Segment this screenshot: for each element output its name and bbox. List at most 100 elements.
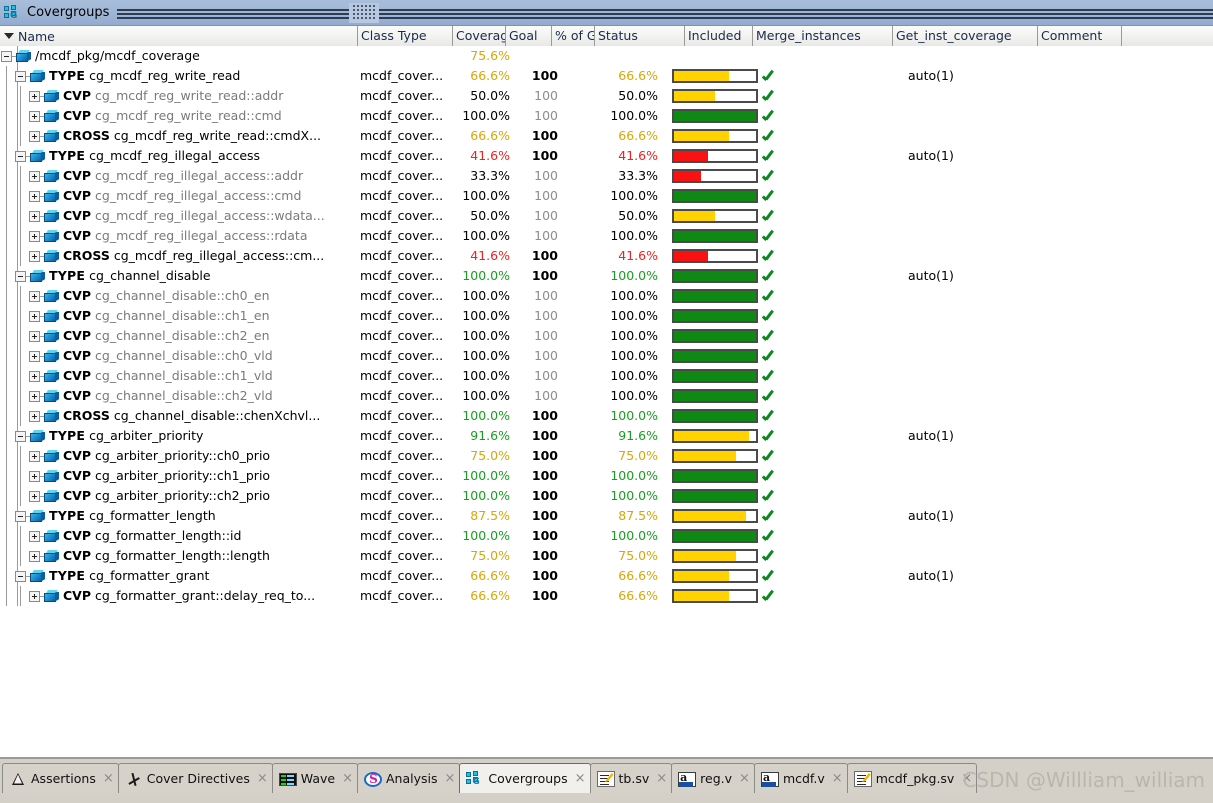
row-name-cell[interactable]: CVP cg_formatter_grant::delay_req_to... — [0, 586, 358, 606]
table-row[interactable]: CVP cg_arbiter_priority::ch0_prio mcdf_cov… — [0, 446, 1213, 466]
included-checkmark-icon[interactable] — [762, 126, 782, 146]
table-row[interactable]: CVP cg_mcdf_reg_illegal_access::addr mcdf_… — [0, 166, 1213, 186]
tree-expand-toggle[interactable] — [28, 526, 45, 546]
row-name-cell[interactable]: CVP cg_mcdf_reg_illegal_access::wdata... — [0, 206, 358, 226]
included-checkmark-icon[interactable] — [762, 266, 782, 286]
included-checkmark-icon[interactable] — [762, 326, 782, 346]
table-row[interactable]: CVP cg_arbiter_priority::ch1_prio mcdf_cov… — [0, 466, 1213, 486]
tree-expand-toggle[interactable] — [28, 166, 45, 186]
table-row[interactable]: CROSS cg_mcdf_reg_write_read::cmdX... mcdf… — [0, 126, 1213, 146]
table-row[interactable]: /mcdf_pkg/mcdf_coverage 75.6% — [0, 46, 1213, 66]
table-row[interactable]: CROSS cg_mcdf_reg_illegal_access::cm... mc… — [0, 246, 1213, 266]
table-row[interactable]: TYPE cg_mcdf_reg_write_read mcdf_cover... 6… — [0, 66, 1213, 86]
table-row[interactable]: CVP cg_channel_disable::ch2_vld mcdf_cover… — [0, 386, 1213, 406]
row-name-cell[interactable]: CROSS cg_mcdf_reg_illegal_access::cm... — [0, 246, 358, 266]
row-name-cell[interactable]: CVP cg_channel_disable::ch0_vld — [0, 346, 358, 366]
included-checkmark-icon[interactable] — [762, 586, 782, 606]
tab-covergroups[interactable]: G Covergroups × — [459, 763, 591, 793]
coverage-tree[interactable]: /mcdf_pkg/mcdf_coverage 75.6% TYPE cg_mcdf_… — [0, 46, 1213, 757]
tree-collapse-toggle[interactable] — [14, 146, 31, 166]
table-row[interactable]: CVP cg_mcdf_reg_illegal_access::wdata... m… — [0, 206, 1213, 226]
table-row[interactable]: TYPE cg_channel_disable mcdf_cover... 100.0… — [0, 266, 1213, 286]
tree-expand-toggle[interactable] — [28, 226, 45, 246]
included-checkmark-icon[interactable] — [762, 66, 782, 86]
included-checkmark-icon[interactable] — [762, 386, 782, 406]
table-row[interactable]: CVP cg_channel_disable::ch2_en mcdf_cover.… — [0, 326, 1213, 346]
tree-collapse-toggle[interactable] — [14, 506, 31, 526]
tree-expand-toggle[interactable] — [28, 406, 45, 426]
row-name-cell[interactable]: CROSS cg_channel_disable::chenXchvl... — [0, 406, 358, 426]
included-checkmark-icon[interactable] — [762, 106, 782, 126]
table-row[interactable]: CVP cg_channel_disable::ch0_en mcdf_cover.… — [0, 286, 1213, 306]
included-checkmark-icon[interactable] — [762, 286, 782, 306]
row-name-cell[interactable]: TYPE cg_mcdf_reg_write_read — [0, 66, 358, 86]
column-header-class-type[interactable]: Class Type — [358, 26, 453, 46]
included-checkmark-icon[interactable] — [762, 406, 782, 426]
row-name-cell[interactable]: CVP cg_channel_disable::ch0_en — [0, 286, 358, 306]
window-drag-grip[interactable] — [349, 2, 380, 23]
included-checkmark-icon[interactable] — [762, 346, 782, 366]
column-header-status[interactable]: Status — [595, 26, 685, 46]
tab-close-icon[interactable]: × — [832, 771, 843, 786]
row-name-cell[interactable]: CVP cg_mcdf_reg_write_read::addr — [0, 86, 358, 106]
tab-close-icon[interactable]: × — [342, 771, 353, 786]
row-name-cell[interactable]: CVP cg_mcdf_reg_illegal_access::rdata — [0, 226, 358, 246]
table-row[interactable]: CVP cg_mcdf_reg_illegal_access::cmd mcdf_c… — [0, 186, 1213, 206]
column-header-get-inst-coverage[interactable]: Get_inst_coverage — [893, 26, 1038, 46]
included-checkmark-icon[interactable] — [762, 186, 782, 206]
column-header-merge-instances[interactable]: Merge_instances — [753, 26, 893, 46]
table-row[interactable]: CVP cg_formatter_grant::delay_req_to... mc… — [0, 586, 1213, 606]
tab-analysis[interactable]: Analysis × — [356, 763, 461, 793]
tree-collapse-toggle[interactable] — [14, 66, 31, 86]
table-row[interactable]: CVP cg_mcdf_reg_write_read::addr mcdf_cove… — [0, 86, 1213, 106]
row-name-cell[interactable]: CVP cg_channel_disable::ch1_vld — [0, 366, 358, 386]
table-row[interactable]: CVP cg_arbiter_priority::ch2_prio mcdf_cov… — [0, 486, 1213, 506]
column-header-comment[interactable]: Comment — [1038, 26, 1122, 46]
table-row[interactable]: CVP cg_mcdf_reg_write_read::cmd mcdf_cover… — [0, 106, 1213, 126]
table-row[interactable]: CVP cg_mcdf_reg_illegal_access::rdata mcdf… — [0, 226, 1213, 246]
included-checkmark-icon[interactable] — [762, 306, 782, 326]
included-checkmark-icon[interactable] — [762, 426, 782, 446]
table-row[interactable]: CVP cg_channel_disable::ch1_en mcdf_cover.… — [0, 306, 1213, 326]
row-name-cell[interactable]: CVP cg_mcdf_reg_write_read::cmd — [0, 106, 358, 126]
row-name-cell[interactable]: CROSS cg_mcdf_reg_write_read::cmdX... — [0, 126, 358, 146]
column-header-goal[interactable]: Goal — [506, 26, 552, 46]
tab-reg-v[interactable]: reg.v × — [671, 763, 755, 793]
tab-close-icon[interactable]: × — [445, 771, 456, 786]
tree-expand-toggle[interactable] — [28, 346, 45, 366]
tab-mcdf-pkg-sv[interactable]: mcdf_pkg.sv × — [846, 763, 978, 793]
included-checkmark-icon[interactable] — [762, 366, 782, 386]
tree-expand-toggle[interactable] — [28, 486, 45, 506]
row-name-cell[interactable]: CVP cg_arbiter_priority::ch0_prio — [0, 446, 358, 466]
tab-wave[interactable]: Wave × — [271, 763, 358, 793]
tab-close-icon[interactable]: × — [257, 771, 268, 786]
row-name-cell[interactable]: TYPE cg_arbiter_priority — [0, 426, 358, 446]
row-name-cell[interactable]: /mcdf_pkg/mcdf_coverage — [0, 46, 358, 66]
tree-collapse-toggle[interactable] — [14, 426, 31, 446]
sort-descending-icon[interactable] — [4, 33, 14, 39]
included-checkmark-icon[interactable] — [762, 526, 782, 546]
tree-expand-toggle[interactable] — [28, 366, 45, 386]
table-row[interactable]: CVP cg_channel_disable::ch0_vld mcdf_cover… — [0, 346, 1213, 366]
row-name-cell[interactable]: CVP cg_channel_disable::ch2_vld — [0, 386, 358, 406]
column-header-included[interactable]: Included — [685, 26, 753, 46]
tab-tb-sv[interactable]: tb.sv × — [589, 763, 673, 793]
tree-collapse-toggle[interactable] — [0, 46, 17, 66]
row-name-cell[interactable]: TYPE cg_channel_disable — [0, 266, 358, 286]
tree-expand-toggle[interactable] — [28, 386, 45, 406]
tab-close-icon[interactable]: × — [739, 771, 750, 786]
tree-expand-toggle[interactable] — [28, 546, 45, 566]
tab-cover-directives[interactable]: Cover Directives × — [117, 763, 273, 793]
tree-expand-toggle[interactable] — [28, 126, 45, 146]
row-name-cell[interactable]: CVP cg_channel_disable::ch1_en — [0, 306, 358, 326]
table-row[interactable]: TYPE cg_arbiter_priority mcdf_cover... 91.6… — [0, 426, 1213, 446]
tree-collapse-toggle[interactable] — [14, 266, 31, 286]
tree-expand-toggle[interactable] — [28, 86, 45, 106]
row-name-cell[interactable]: CVP cg_formatter_length::id — [0, 526, 358, 546]
tab-close-icon[interactable]: × — [103, 771, 114, 786]
included-checkmark-icon[interactable] — [762, 146, 782, 166]
included-checkmark-icon[interactable] — [762, 486, 782, 506]
tree-expand-toggle[interactable] — [28, 326, 45, 346]
tree-expand-toggle[interactable] — [28, 306, 45, 326]
included-checkmark-icon[interactable] — [762, 206, 782, 226]
